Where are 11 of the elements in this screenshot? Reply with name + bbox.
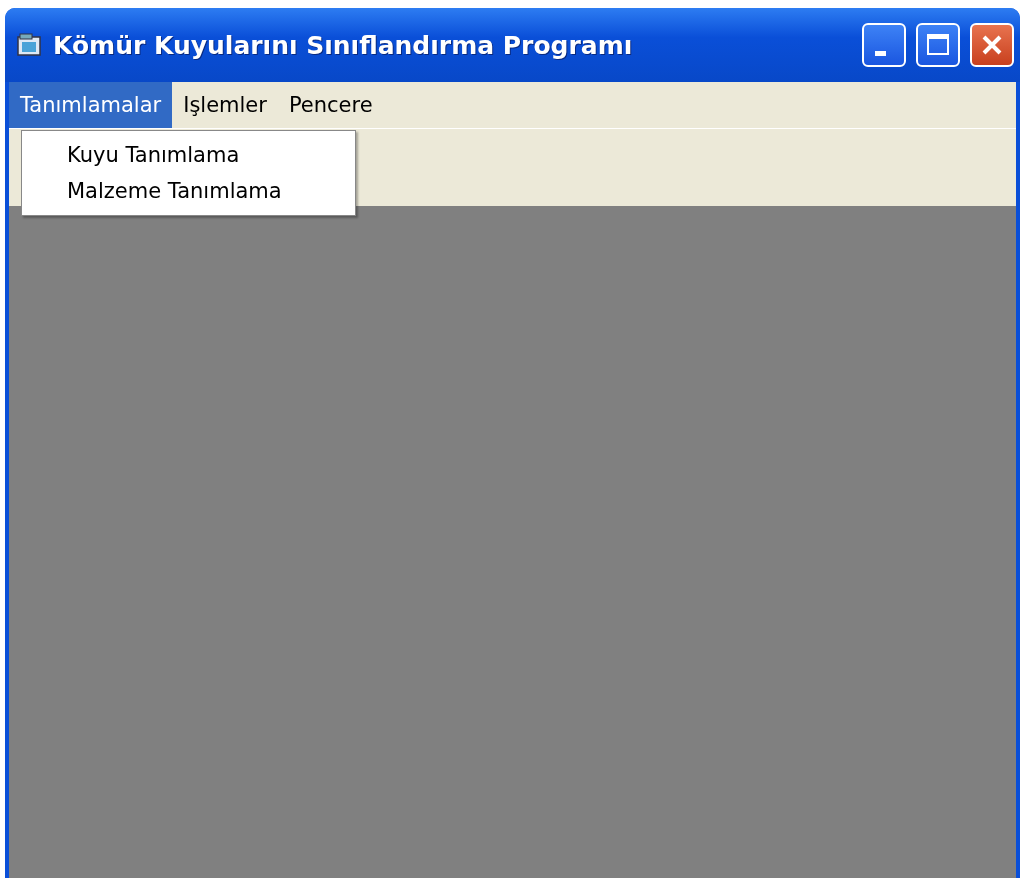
minimize-icon [874, 50, 886, 56]
close-button[interactable] [970, 23, 1014, 67]
maximize-button[interactable] [916, 23, 960, 67]
menu-item[interactable]: Işlemler [172, 82, 278, 128]
menu-item[interactable]: Tanımlamalar [9, 82, 173, 128]
dropdown-item[interactable]: Kuyu Tanımlama [22, 137, 355, 173]
window-title: Kömür Kuyularını Sınıflandırma Programı [53, 30, 634, 60]
dropdown-item[interactable]: Malzeme Tanımlama [22, 173, 355, 209]
minimize-button[interactable] [862, 23, 906, 67]
folder-icon [17, 33, 43, 57]
menu-item[interactable]: Pencere [277, 82, 384, 128]
